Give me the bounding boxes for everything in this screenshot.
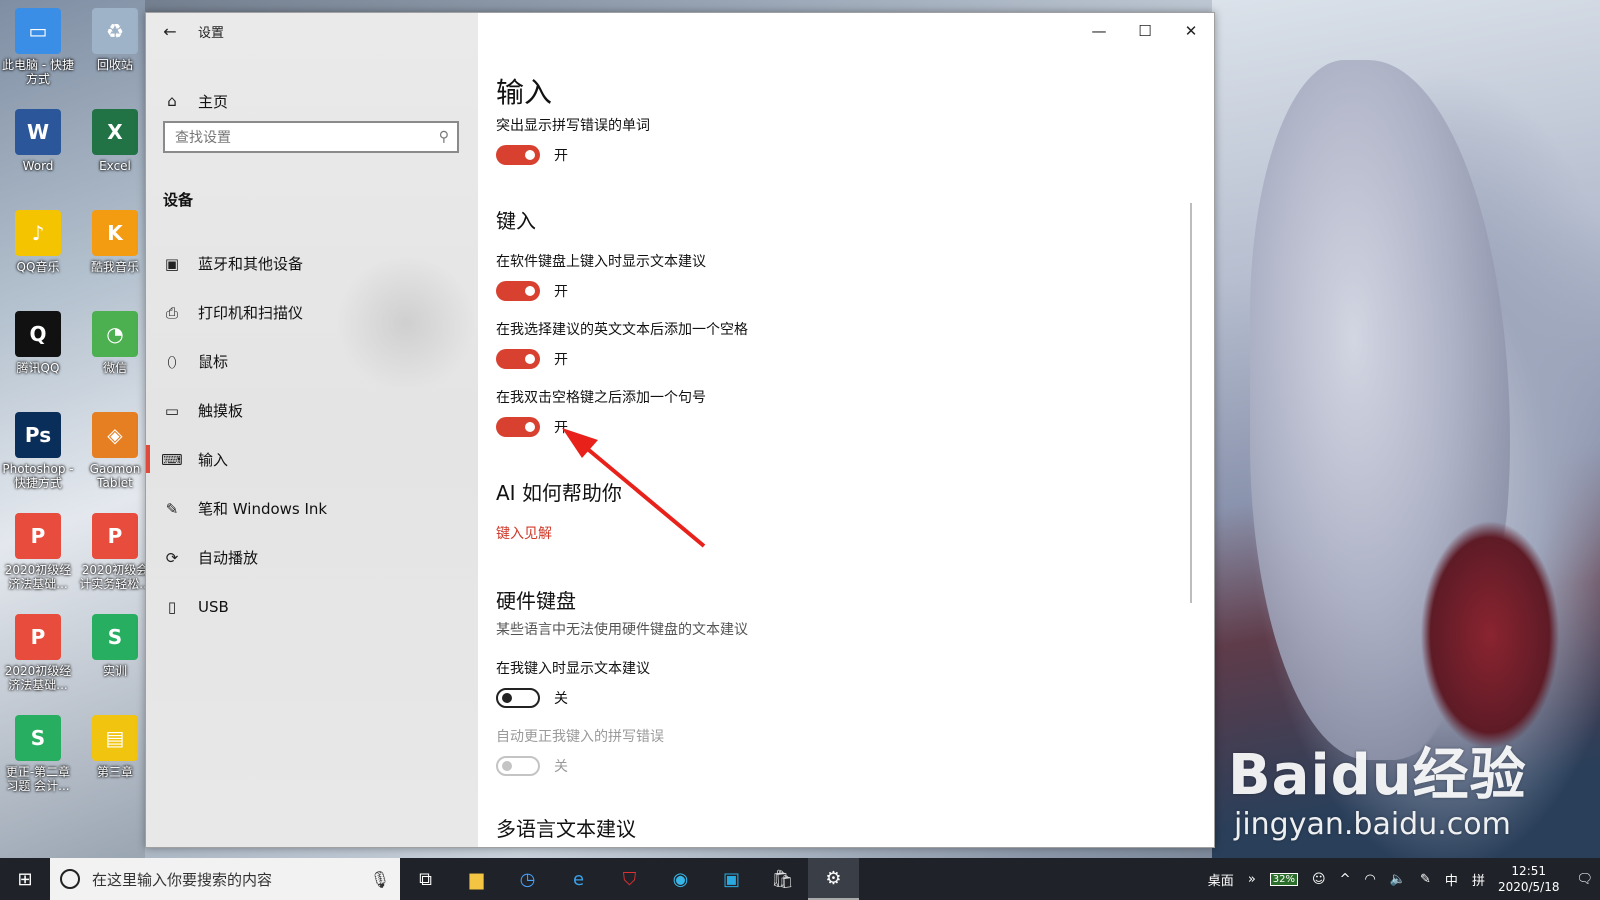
store-app-icon[interactable]: ▣ [706,858,757,900]
ime-mode-icon[interactable]: 拼 [1472,870,1485,889]
microphone-icon[interactable]: 🎙 [370,870,390,889]
taskbar-search-placeholder: 在这里输入你要搜索的内容 [92,870,273,889]
battery-icon[interactable]: 32% [1269,872,1299,886]
clock[interactable]: 12:51 2020/5/18 [1498,863,1560,895]
desktop-toolbar-label[interactable]: 桌面 [1208,870,1234,889]
watermark-url: jingyan.baidu.com [1234,807,1511,842]
watermark-brand: Baidu经验 [1228,743,1527,808]
people-icon[interactable]: ☺ [1312,872,1326,887]
ime-indicator[interactable]: 中 [1445,870,1458,889]
task-view-icon[interactable]: ⧉ [400,858,451,900]
tray-expand-icon[interactable]: ^ [1340,872,1351,887]
clock-time: 12:51 [1511,864,1547,878]
taskbar: ⊞ 在这里输入你要搜索的内容 🎙 ⧉ ▆ ◷ e ⛉ ◉ ▣ 🛍 ⚙ 桌面 » … [0,858,1600,900]
windows-start-icon[interactable]: ⊞ [0,858,50,900]
clock-date: 2020/5/18 [1497,880,1560,894]
pen-workspace-icon[interactable]: ✎ [1420,872,1431,887]
cortana-icon[interactable] [60,869,80,889]
microsoft-store-icon[interactable]: 🛍 [757,858,808,900]
wifi-icon[interactable]: ◠ [1364,872,1375,887]
toolbar-chevron-icon[interactable]: » [1248,872,1256,887]
edge-icon[interactable]: e [553,858,604,900]
security-app-icon[interactable]: ⛉ [604,858,655,900]
volume-icon[interactable]: 🔈 [1390,872,1406,887]
clock-app-icon[interactable]: ◷ [502,858,553,900]
baidu-watermark: Baidu经验 jingyan.baidu.com [1228,730,1527,842]
settings-taskbar-icon[interactable]: ⚙ [808,858,859,900]
system-tray: 桌面 » 32% ☺ ^ ◠ 🔈 ✎ 中 拼 12:51 2020/5/18 🗨 [1201,863,1600,895]
browser-icon[interactable]: ◉ [655,858,706,900]
taskbar-search-box[interactable]: 在这里输入你要搜索的内容 🎙 [50,858,400,900]
action-center-icon[interactable]: 🗨 [1576,872,1593,887]
file-explorer-icon[interactable]: ▆ [451,858,502,900]
